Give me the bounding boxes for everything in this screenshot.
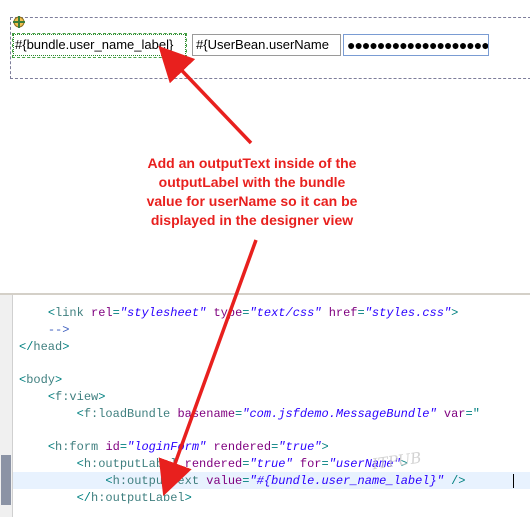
code-token: body <box>26 373 56 388</box>
code-token: > <box>321 440 329 455</box>
code-token: "text/css" <box>249 306 322 320</box>
code-line[interactable]: </head> <box>19 339 480 356</box>
code-token: h:outputLabel <box>83 457 185 472</box>
annotation-note: Add an outputText inside of the outputLa… <box>118 154 386 230</box>
code-line[interactable]: </h:outputLabel> <box>19 490 480 507</box>
code-token: = <box>119 440 128 455</box>
code-token: var <box>436 406 466 421</box>
code-token: "styles.css" <box>364 306 452 320</box>
annotation-line: Add an outputText inside of the <box>147 155 357 171</box>
annotation-line: value for userName so it can be <box>146 193 358 209</box>
code-line[interactable]: <h:outputText value="#{bundle.user_name_… <box>19 473 480 490</box>
code-token: --> <box>47 322 70 337</box>
code-token: id <box>105 440 120 455</box>
code-line[interactable]: <f:view> <box>19 389 480 406</box>
code-token: "loginForm" <box>127 440 207 455</box>
code-token: f:view <box>55 389 99 404</box>
code-token: link <box>55 306 92 320</box>
code-token: </ <box>19 339 34 354</box>
gutter-marker <box>1 455 11 505</box>
code-token: h:outputText <box>112 473 207 488</box>
code-token: for <box>292 457 322 472</box>
code-token: > <box>98 389 106 404</box>
code-token: h:form <box>55 440 106 455</box>
code-token: value <box>206 473 243 488</box>
code-token: < <box>76 406 84 421</box>
code-token: type <box>206 306 243 320</box>
text-caret <box>513 474 514 488</box>
code-token: "stylesheet" <box>119 306 207 320</box>
design-view: #{bundle.user_name_label} #{UserBean.use… <box>0 0 530 293</box>
code-token: = <box>112 306 120 320</box>
code-token: rel <box>91 306 113 320</box>
annotation-line: outputLabel with the bundle <box>158 174 346 190</box>
code-token: > <box>184 490 192 505</box>
password-input[interactable]: ●●●●●●●●●●●●●●●●●●●● <box>343 34 489 56</box>
source-editor[interactable]: <link rel="stylesheet" type="text/css" h… <box>0 293 530 517</box>
code-area[interactable]: <link rel="stylesheet" type="text/css" h… <box>19 305 480 507</box>
code-token: > <box>451 306 459 320</box>
code-token: < <box>76 457 84 472</box>
code-token: "#{bundle.user_name_label}" <box>249 473 444 488</box>
code-line[interactable]: <f:loadBundle basename="com.jsfdemo.Mess… <box>19 406 480 423</box>
code-token: < <box>47 440 56 455</box>
code-token: /> <box>443 473 466 488</box>
code-token: "true" <box>249 457 293 472</box>
output-label[interactable]: #{bundle.user_name_label} <box>13 34 186 56</box>
code-token: h:outputLabel <box>91 490 185 505</box>
form-icon[interactable] <box>11 14 27 30</box>
code-line[interactable] <box>19 355 480 372</box>
code-token: rendered <box>206 440 272 455</box>
editor-gutter[interactable] <box>0 295 13 517</box>
code-token: =" <box>465 406 480 421</box>
code-token: = <box>357 306 365 320</box>
username-input[interactable]: #{UserBean.userName <box>192 34 341 56</box>
code-token: = <box>321 457 329 472</box>
code-token: basename <box>177 406 236 421</box>
code-token: href <box>321 306 358 320</box>
code-token: head <box>33 339 63 354</box>
code-token: > <box>55 373 63 388</box>
code-token: "true" <box>278 440 322 455</box>
code-line[interactable]: <link rel="stylesheet" type="text/css" h… <box>19 305 480 322</box>
code-token: </ <box>76 490 92 505</box>
code-token: < <box>47 306 56 320</box>
code-line[interactable]: <body> <box>19 372 480 389</box>
code-token: "com.jsfdemo.MessageBundle" <box>242 406 437 421</box>
code-token: rendered <box>184 457 243 472</box>
code-line[interactable] <box>19 423 480 440</box>
code-token: < <box>105 473 113 488</box>
code-token: > <box>62 339 70 354</box>
code-token: < <box>47 389 56 404</box>
code-line[interactable]: --> <box>19 322 480 339</box>
annotation-line: displayed in the designer view <box>150 212 354 228</box>
code-token: f:loadBundle <box>83 406 178 421</box>
